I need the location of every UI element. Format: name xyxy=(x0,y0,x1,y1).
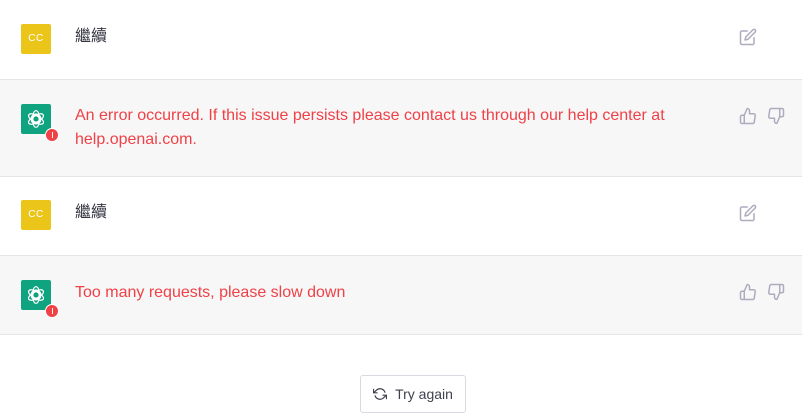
user-message: CC 繼續 xyxy=(0,0,802,80)
error-icon xyxy=(45,128,59,142)
chat-thread: CC 繼續 An error occurred. If this issue p… xyxy=(0,0,802,414)
error-message-text: An error occurred. If this issue persist… xyxy=(75,107,665,148)
assistant-message: Too many requests, please slow down xyxy=(0,256,802,335)
try-again-button[interactable]: Try again xyxy=(360,375,466,413)
assistant-avatar xyxy=(21,280,59,318)
user-avatar: CC xyxy=(21,200,51,230)
error-icon xyxy=(45,304,59,318)
refresh-icon xyxy=(373,388,388,400)
edit-icon[interactable] xyxy=(739,204,759,224)
openai-logo-icon xyxy=(27,110,45,128)
error-message-text: Too many requests, please slow down xyxy=(75,284,346,301)
openai-logo-icon xyxy=(27,286,45,304)
assistant-message: An error occurred. If this issue persist… xyxy=(0,80,802,177)
try-again-label: Try again xyxy=(395,386,453,402)
thumbs-down-icon[interactable] xyxy=(767,107,787,127)
assistant-avatar xyxy=(21,104,59,142)
thumbs-up-icon[interactable] xyxy=(739,283,759,303)
user-message: CC 繼續 xyxy=(0,177,802,256)
message-text: 繼續 xyxy=(75,28,108,45)
thumbs-down-icon[interactable] xyxy=(767,283,787,303)
thumbs-up-icon[interactable] xyxy=(739,107,759,127)
message-text: 繼續 xyxy=(75,204,108,221)
edit-icon[interactable] xyxy=(739,28,759,48)
user-avatar: CC xyxy=(21,24,51,54)
